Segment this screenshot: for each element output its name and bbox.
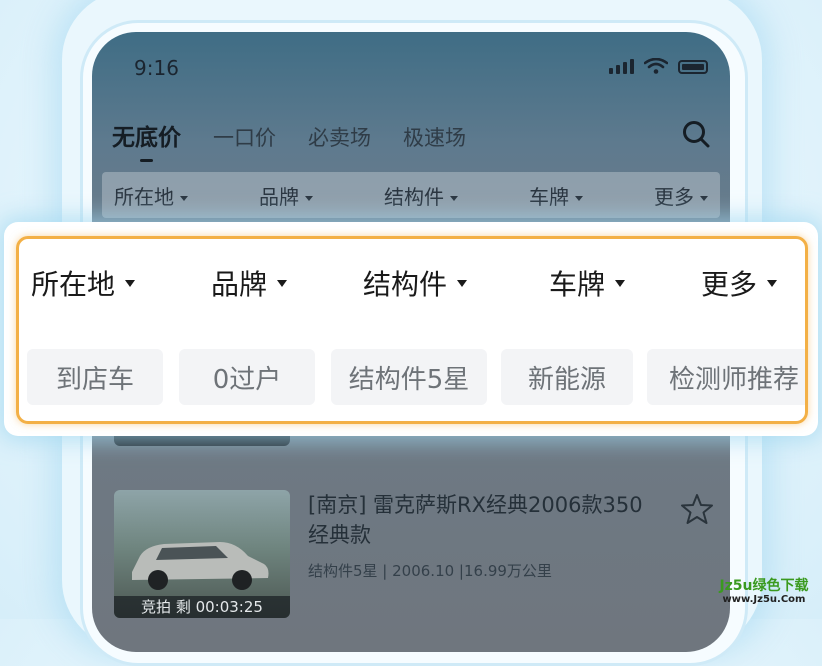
signal-icon <box>609 59 634 74</box>
countdown-label: 竞拍 剩 00:03:25 <box>114 596 290 618</box>
filter-structure-dim[interactable]: 结构件 <box>384 181 458 210</box>
filter-structure[interactable]: 结构件 <box>363 263 468 303</box>
zoomed-filter-panel: 所在地 品牌 结构件 车牌 更多 到店车 0过户 结构件5星 新能源 检测师推荐 <box>4 222 818 436</box>
car-image <box>132 542 269 590</box>
caret-down-icon <box>615 279 626 287</box>
chip-inspector-recommended[interactable]: 检测师推荐 <box>647 349 805 405</box>
status-time: 9:16 <box>134 56 179 80</box>
listing-title[interactable]: [南京] 雷克萨斯RX经典2006款350经典款 <box>308 490 648 550</box>
tab-must-sell[interactable]: 必卖场 <box>308 122 371 152</box>
auction-tabs: 无底价 一口价 必卖场 极速场 <box>112 118 466 162</box>
chip-in-store-car[interactable]: 到店车 <box>27 349 163 405</box>
search-icon[interactable] <box>680 118 712 150</box>
filter-more-dim[interactable]: 更多 <box>654 181 708 210</box>
chip-zero-transfer[interactable]: 0过户 <box>179 349 315 405</box>
filter-plate-dim[interactable]: 车牌 <box>529 181 583 210</box>
highlight-border: 所在地 品牌 结构件 车牌 更多 到店车 0过户 结构件5星 新能源 检测师推荐 <box>16 236 808 424</box>
caret-down-icon <box>125 279 136 287</box>
status-icons <box>609 58 708 74</box>
caret-down-icon <box>767 279 778 287</box>
car-thumbnail[interactable]: 竞拍 剩 00:03:25 <box>114 490 290 618</box>
tab-express[interactable]: 极速场 <box>403 122 466 152</box>
filter-plate[interactable]: 车牌 <box>549 263 626 303</box>
chip-structure-5-star[interactable]: 结构件5星 <box>331 349 487 405</box>
filter-location-dim[interactable]: 所在地 <box>114 181 188 210</box>
watermark-logo: Jz5u绿色下载 www.Jz5u.Com <box>719 578 809 605</box>
listing-meta: 结构件5星 | 2006.10 |16.99万公里 <box>308 562 552 580</box>
list-item[interactable]: 竞拍 剩 00:03:25 [南京] 雷克萨斯RX经典2006款350经典款 结… <box>114 490 714 620</box>
tab-no-reserve[interactable]: 无底价 <box>112 118 181 162</box>
caret-down-icon <box>277 279 288 287</box>
star-icon[interactable] <box>680 492 714 526</box>
filter-location[interactable]: 所在地 <box>31 263 136 303</box>
filter-bar-background: 所在地 品牌 结构件 车牌 更多 <box>102 172 720 218</box>
filter-brand[interactable]: 品牌 <box>211 263 288 303</box>
battery-icon <box>678 60 708 74</box>
chip-new-energy[interactable]: 新能源 <box>501 349 633 405</box>
wifi-icon <box>644 58 668 74</box>
caret-down-icon <box>457 279 468 287</box>
filter-brand-dim[interactable]: 品牌 <box>259 181 313 210</box>
tab-fixed-price[interactable]: 一口价 <box>213 122 276 152</box>
filter-row: 所在地 品牌 结构件 车牌 更多 <box>19 239 805 323</box>
filter-more[interactable]: 更多 <box>701 263 778 303</box>
